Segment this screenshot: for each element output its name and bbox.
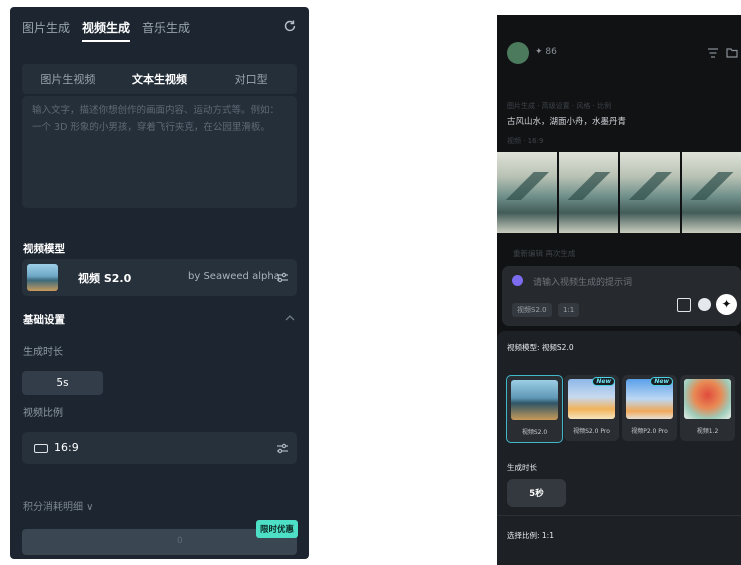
mobile-panel: ✦ 86 图片生成 · 高级设置 · 风格 · 比例 古风山水，湖面小舟，水墨丹… (497, 15, 741, 565)
send-button[interactable]: ✦ (716, 294, 737, 315)
duration-section-title: 生成时长 (507, 463, 537, 472)
model-card-s2[interactable]: 视频S2.0 (506, 375, 563, 443)
duration-label: 生成时长 (23, 347, 63, 358)
agent-dot-icon (512, 275, 523, 286)
result-gallery (497, 152, 741, 233)
points-badge: ✦ 86 (535, 47, 557, 57)
promo-badge: 限时优惠 (255, 520, 298, 538)
model-card-art (511, 380, 558, 420)
tab-video-gen[interactable]: 视频生成 (82, 19, 131, 42)
model-name: 视频 S2.0 (78, 272, 132, 285)
prompt-textarea[interactable]: 输入文字，描述你想创作的画面内容、运动方式等。例如：一个 3D 形象的小男孩，穿… (22, 96, 297, 208)
model-card-name: 视频S2.0 Pro (573, 428, 610, 435)
basic-settings-heading: 基础设置 (23, 314, 65, 326)
generate-button[interactable]: 限时优惠 0 (22, 520, 298, 555)
model-card-1-2[interactable]: 视频1.2 (680, 375, 735, 441)
model-card-name: 视频1.2 (696, 428, 719, 435)
history-prompt: 古风山水，湖面小舟，水墨丹青 (507, 117, 627, 127)
ratio-value: 16:9 (54, 441, 79, 454)
image-upload-icon[interactable] (677, 298, 691, 312)
tab-music-gen[interactable]: 音乐生成 (142, 19, 190, 36)
chevron-up-icon[interactable] (285, 314, 295, 322)
model-card-art (684, 379, 731, 419)
ratio-label: 视频比例 (23, 408, 63, 419)
tab-image-to-video[interactable]: 图片生视频 (22, 64, 114, 94)
avatar[interactable] (507, 42, 529, 64)
result-image[interactable] (681, 152, 741, 233)
prompt-placeholder: 输入文字，描述你想创作的画面内容、运动方式等。例如：一个 3D 形象的小男孩，穿… (32, 105, 280, 133)
tab-image-gen[interactable]: 图片生成 (22, 19, 70, 36)
prompt-composer[interactable]: 请输入视频生成的提示词 视频S2.0 1:1 ✦ (502, 266, 741, 326)
composer-placeholder: 请输入视频生成的提示词 (533, 278, 633, 288)
duration-option[interactable]: 5s (22, 371, 103, 395)
refresh-icon[interactable] (283, 19, 297, 33)
model-chip[interactable]: 视频S2.0 (512, 303, 552, 317)
model-card-name: 视频P2.0 Pro (631, 428, 668, 435)
model-section-title: 视频模型: 视频S2.0 (507, 343, 574, 352)
filter-icon[interactable] (707, 48, 719, 58)
duration-option[interactable]: 5秒 (507, 479, 566, 507)
history-meta-2: 视频 · 16:9 (507, 137, 544, 145)
settings-icon[interactable] (698, 298, 711, 311)
result-image[interactable] (558, 152, 618, 233)
settings-sheet: 视频模型: 视频S2.0 视频S2.0 New 视频S2.0 Pro New 视… (497, 331, 741, 565)
ratio-chip[interactable]: 1:1 (558, 303, 580, 317)
adjust-icon[interactable] (276, 442, 289, 455)
tab-text-to-video[interactable]: 文本生视频 (114, 64, 206, 94)
new-badge: New (592, 377, 615, 386)
model-card-p2-pro[interactable]: New 视频P2.0 Pro (622, 375, 677, 441)
model-thumbnail (27, 264, 58, 291)
video-model-heading: 视频模型 (23, 243, 65, 255)
ratio-rect-icon (34, 444, 48, 453)
divider (497, 515, 741, 516)
result-actions[interactable]: 重新编辑 再次生成 (513, 248, 575, 259)
ratio-selector[interactable]: 16:9 (22, 432, 297, 464)
result-image[interactable] (620, 152, 680, 233)
history-meta: 图片生成 · 高级设置 · 风格 · 比例 (507, 102, 612, 110)
tab-lip-sync[interactable]: 对口型 (205, 64, 297, 94)
left-panel: 图片生成 视频生成 音乐生成 图片生视频 文本生视频 对口型 输入文字，描述你想… (10, 7, 309, 559)
points-value: 86 (545, 47, 557, 57)
model-card-s2-pro[interactable]: New 视频S2.0 Pro (564, 375, 619, 441)
new-badge: New (650, 377, 673, 386)
folder-icon[interactable] (726, 47, 738, 58)
mode-tabs: 图片生视频 文本生视频 对口型 (22, 64, 297, 94)
model-selector[interactable]: 视频 S2.0 by Seaweed alpha (22, 259, 297, 296)
ratio-section-title: 选择比例: 1:1 (507, 531, 554, 540)
top-nav: 图片生成 视频生成 音乐生成 (10, 7, 309, 47)
adjust-icon[interactable] (276, 271, 289, 284)
model-card-name: 视频S2.0 (521, 429, 548, 436)
result-image[interactable] (497, 152, 557, 233)
generate-cost: 0 (177, 536, 183, 546)
model-provider: by Seaweed alpha (188, 271, 280, 282)
credits-detail-toggle[interactable]: 积分消耗明细 ∨ (23, 498, 94, 513)
